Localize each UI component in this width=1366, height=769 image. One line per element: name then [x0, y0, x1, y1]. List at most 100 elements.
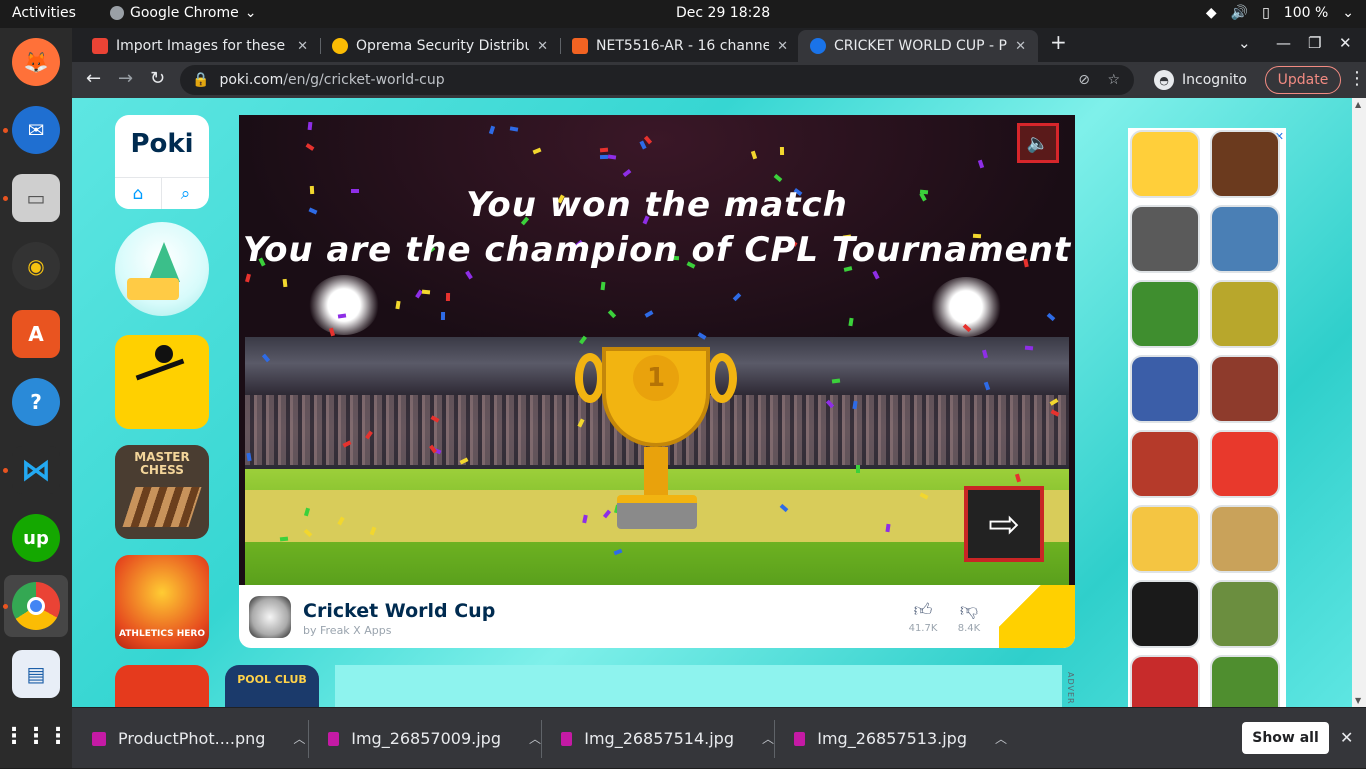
stickman-game-tile[interactable] [115, 335, 209, 429]
new-tab-button[interactable]: + [1050, 30, 1067, 54]
tab-net5516[interactable]: NET5516-AR - 16 channel r ✕ [560, 30, 800, 62]
sound-toggle-button[interactable]: 🔈 [1017, 123, 1059, 163]
scroll-up-icon[interactable]: ▲ [1355, 100, 1361, 109]
chevron-up-icon[interactable]: ︿ [995, 730, 1007, 747]
menu-icon[interactable]: ⋮ [1348, 68, 1366, 89]
home-icon[interactable]: ⌂ [115, 177, 162, 209]
gmail-icon [92, 38, 108, 54]
chevron-up-icon[interactable]: ︿ [762, 730, 774, 747]
show-apps-icon[interactable]: ⋮⋮⋮ [3, 712, 69, 760]
running-indicator [3, 196, 8, 201]
ad-game-tile[interactable] [1130, 430, 1200, 498]
ad-game-tile[interactable] [1210, 505, 1280, 573]
bookmark-star-icon[interactable]: ☆ [1107, 72, 1120, 88]
tab-gmail[interactable]: Import Images for these c ✕ [80, 30, 320, 62]
forward-button[interactable]: → [118, 68, 133, 89]
image-file-icon [328, 731, 340, 746]
dislike-count: 8.4K [957, 623, 981, 634]
ad-game-tile[interactable] [1130, 205, 1200, 273]
close-icon[interactable]: ✕ [1015, 39, 1026, 54]
close-icon[interactable]: ✕ [297, 39, 308, 54]
update-button[interactable]: Update [1265, 66, 1341, 94]
files-icon[interactable]: ▭ [12, 174, 60, 222]
back-button[interactable]: ← [86, 68, 101, 89]
help-icon[interactable]: ? [12, 378, 60, 426]
ad-game-tile[interactable] [1210, 205, 1280, 273]
tile-label: POOL CLUB [237, 673, 307, 686]
incognito-label: Incognito [1182, 72, 1247, 88]
ad-game-tile[interactable] [1210, 655, 1280, 707]
incognito-indicator[interactable]: ◓ Incognito [1154, 70, 1247, 90]
ad-game-tile[interactable] [1210, 430, 1280, 498]
maximize-button[interactable]: ❐ [1308, 34, 1321, 52]
ad-game-tile[interactable] [1210, 580, 1280, 648]
pool-club-tile[interactable]: POOL CLUB [225, 665, 319, 707]
game-frame[interactable]: 1 You won the match You are the champion… [239, 115, 1075, 585]
master-chess-tile[interactable]: MASTER CHESS [115, 445, 209, 539]
dislike-button[interactable]: 👎︎ 8.4K [949, 599, 989, 634]
download-item[interactable]: ProductPhot....png ︿ [72, 708, 308, 769]
dock: 🦊 ✉ ▭ ◉ A ? ⋈ up ▤ ⋮⋮⋮ [0, 28, 72, 768]
show-all-button[interactable]: Show all [1242, 722, 1329, 754]
close-icon[interactable]: ✕ [1340, 728, 1353, 747]
firefox-icon[interactable]: 🦊 [12, 38, 60, 86]
tab-oprema[interactable]: Oprema Security Distribu ✕ [320, 30, 560, 62]
close-icon[interactable]: ✕ [777, 39, 788, 54]
poki-logo[interactable]: Poki [115, 129, 209, 159]
system-tray[interactable]: ◆ 🔊 ▯ 100 % ⌄ [1206, 5, 1354, 21]
reload-button[interactable]: ↻ [150, 68, 165, 89]
thunderbird-icon[interactable]: ✉ [12, 106, 60, 154]
page-scrollbar[interactable]: ▲ ▼ [1352, 98, 1366, 707]
vscode-icon[interactable]: ⋈ [12, 446, 60, 494]
ad-game-tile[interactable] [1210, 280, 1280, 348]
ad-game-tile[interactable] [1130, 505, 1200, 573]
next-button[interactable]: ⇨ [964, 486, 1044, 562]
game-thumbnail [249, 596, 291, 638]
win-message: You won the match [466, 185, 848, 225]
ad-game-tile[interactable] [1130, 280, 1200, 348]
chrome-icon [110, 6, 124, 20]
download-filename: Img_26857514.jpg [584, 729, 734, 748]
tab-search-button[interactable]: ⌄ [1238, 34, 1251, 52]
ad-game-tile[interactable] [1130, 580, 1200, 648]
download-item[interactable]: Img_26857009.jpg ︿ [308, 708, 541, 769]
tab-cricket-world-cup[interactable]: CRICKET WORLD CUP - Pla ✕ [798, 30, 1038, 62]
app-menu[interactable]: Google Chrome ⌄ [110, 5, 256, 21]
close-icon[interactable]: ✕ [537, 39, 548, 54]
chevron-up-icon[interactable]: ︿ [293, 730, 305, 747]
download-item[interactable]: Img_26857514.jpg ︿ [541, 708, 774, 769]
confetti-piece [282, 278, 288, 288]
minimize-button[interactable]: — [1276, 34, 1291, 52]
software-center-icon[interactable]: A [12, 310, 60, 358]
clock[interactable]: Dec 29 18:28 [676, 5, 770, 21]
christmas-game-tile[interactable] [115, 222, 209, 316]
uno-game-tile[interactable] [115, 665, 209, 707]
ad-game-tile[interactable] [1130, 655, 1200, 707]
athletics-hero-tile[interactable]: ATHLETICS HERO [115, 555, 209, 649]
upwork-icon[interactable]: up [12, 514, 60, 562]
ad-game-tile[interactable] [1130, 355, 1200, 423]
confetti-piece [307, 121, 313, 131]
close-window-button[interactable]: ✕ [1339, 34, 1352, 52]
speaker-icon: 🔈 [1026, 132, 1050, 154]
thumbs-up-icon: 👍︎ [913, 600, 933, 621]
scroll-down-icon[interactable]: ▼ [1355, 696, 1361, 705]
writer-icon[interactable]: ▤ [12, 650, 60, 698]
like-button[interactable]: 👍︎ 41.7K [903, 599, 943, 634]
download-filename: Img_26857009.jpg [351, 729, 501, 748]
activities-button[interactable]: Activities [12, 5, 76, 21]
tracking-blocked-icon[interactable]: ⊘ [1078, 72, 1090, 88]
trophy-handle-right [707, 353, 737, 403]
ad-game-tile[interactable] [1210, 130, 1280, 198]
chevron-up-icon[interactable]: ︿ [529, 730, 541, 747]
confetti-piece [1024, 345, 1034, 351]
search-icon[interactable]: ⌕ [162, 177, 209, 209]
trophy-handle-left [575, 353, 605, 403]
chrome-icon[interactable] [12, 582, 60, 630]
download-item[interactable]: Img_26857513.jpg ︿ [774, 708, 1007, 769]
address-bar[interactable]: 🔒 poki.com/en/g/cricket-world-cup ⊘ ☆ [180, 65, 1134, 95]
game-author[interactable]: by Freak X Apps [303, 624, 391, 637]
ad-game-tile[interactable] [1210, 355, 1280, 423]
rhythmbox-icon[interactable]: ◉ [12, 242, 60, 290]
ad-game-tile[interactable] [1130, 130, 1200, 198]
